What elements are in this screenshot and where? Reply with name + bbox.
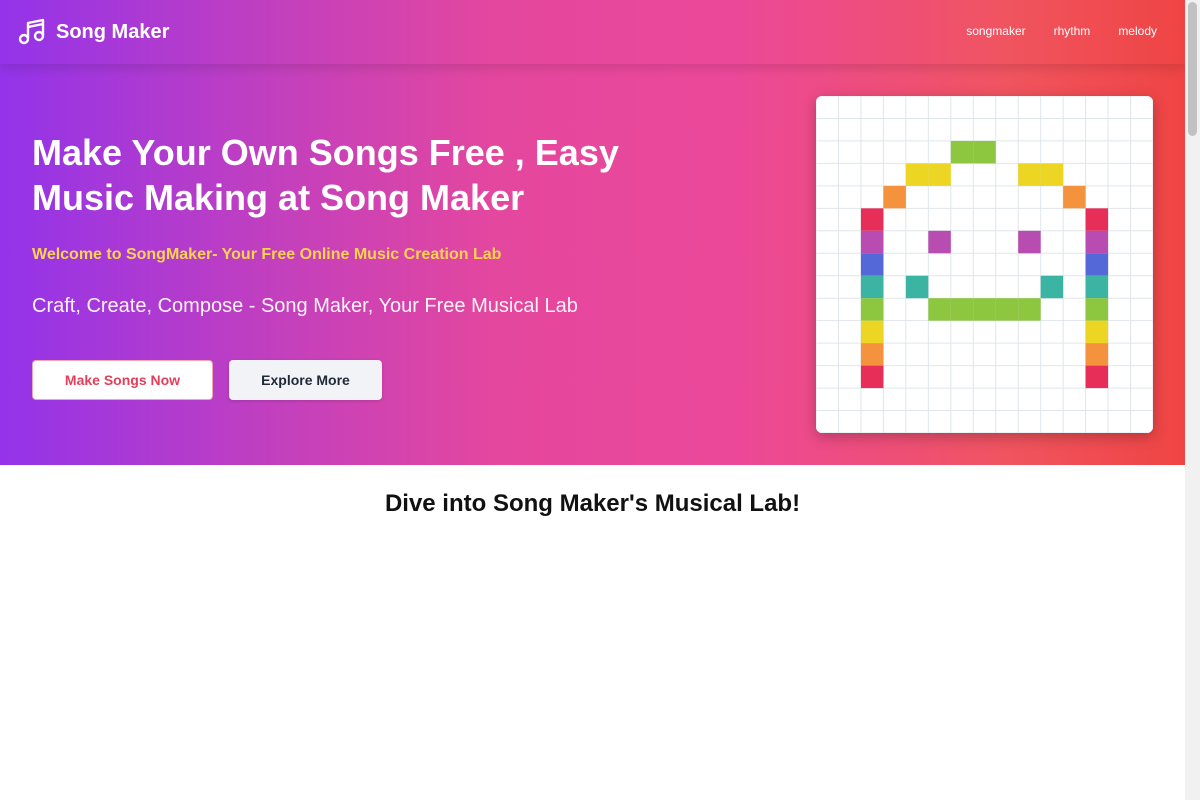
note-grid xyxy=(816,96,1153,433)
note-cell xyxy=(1018,298,1041,321)
nav-link-melody[interactable]: melody xyxy=(1118,24,1157,38)
make-songs-now-button[interactable]: Make Songs Now xyxy=(32,360,213,400)
note-cell xyxy=(860,298,884,321)
note-cell xyxy=(905,163,929,186)
note-cell xyxy=(973,140,996,164)
note-cell xyxy=(995,298,1019,321)
note-cell xyxy=(1085,365,1109,389)
note-cell xyxy=(1063,185,1086,209)
navbar: Song Maker songmaker rhythm melody xyxy=(0,0,1185,64)
note-cell xyxy=(1040,275,1064,299)
note-cell xyxy=(860,275,884,299)
note-cell xyxy=(883,185,906,209)
hero-section: Song Maker songmaker rhythm melody Make … xyxy=(0,0,1185,465)
note-cell xyxy=(860,320,884,344)
note-cell xyxy=(1018,230,1041,254)
nav-links: songmaker rhythm melody xyxy=(966,24,1157,38)
section-heading: Dive into Song Maker's Musical Lab! xyxy=(384,490,801,517)
note-cell xyxy=(860,343,884,366)
brand-logo[interactable]: Song Maker xyxy=(18,17,169,47)
hero-tagline: Craft, Create, Compose - Song Maker, You… xyxy=(32,295,578,317)
nav-link-songmaker[interactable]: songmaker xyxy=(966,24,1025,38)
note-cell xyxy=(1085,253,1109,276)
note-grid-illustration xyxy=(816,96,1153,433)
brand-name: Song Maker xyxy=(56,20,170,43)
note-cell xyxy=(1085,343,1109,366)
note-cell xyxy=(1085,208,1109,231)
note-cell xyxy=(860,253,884,276)
note-cell xyxy=(905,275,929,299)
note-cell xyxy=(928,163,951,186)
music-note-icon xyxy=(18,18,45,45)
note-cell xyxy=(928,298,951,321)
note-cell xyxy=(1018,163,1041,186)
note-cell xyxy=(1085,298,1109,321)
note-cell xyxy=(1040,163,1064,186)
scrollbar[interactable] xyxy=(1185,0,1200,800)
nav-link-rhythm[interactable]: rhythm xyxy=(1054,24,1091,38)
note-cell xyxy=(1085,320,1109,344)
note-cell xyxy=(973,298,996,321)
hero-subtitle: Welcome to SongMaker- Your Free Online M… xyxy=(32,246,502,263)
note-cell xyxy=(1085,230,1109,254)
note-cell xyxy=(950,298,974,321)
note-cell xyxy=(860,365,884,389)
note-cell xyxy=(860,230,884,254)
note-cell xyxy=(950,140,974,164)
explore-more-button[interactable]: Explore More xyxy=(229,360,382,400)
note-cell xyxy=(1085,275,1109,299)
scrollbar-thumb[interactable] xyxy=(1188,2,1197,136)
note-cell xyxy=(928,230,951,254)
note-cell xyxy=(860,208,884,231)
hero-title: Make Your Own Songs Free , Easy Music Ma… xyxy=(32,132,619,218)
